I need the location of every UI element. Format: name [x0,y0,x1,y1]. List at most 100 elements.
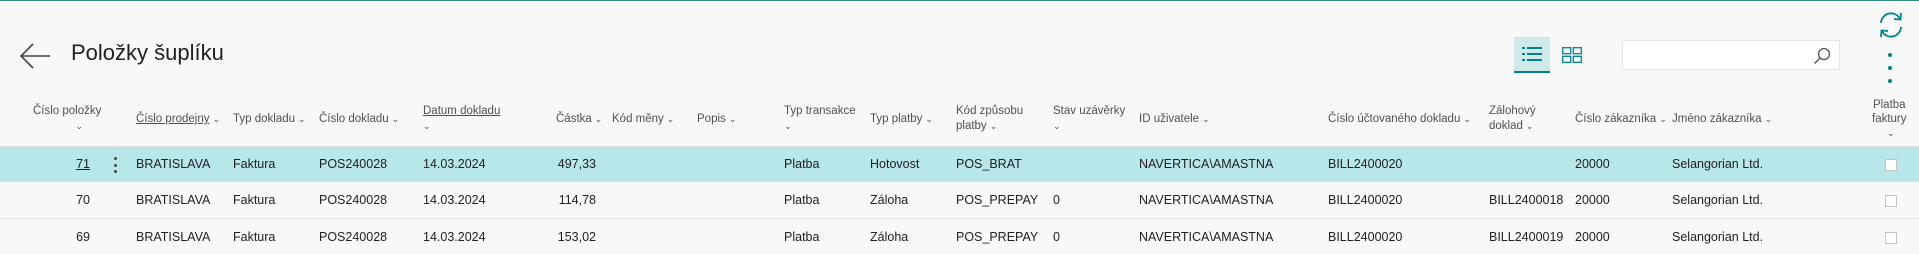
chevron-down-icon: ⌄ [1463,114,1471,124]
platba-faktury-checkbox[interactable] [1885,159,1897,171]
column-header-label: Číslo účtovaného dokladu [1328,113,1461,125]
cell-id-uzivatele: NAVERTICA\AMASTNA [1139,230,1274,244]
platba-faktury-checkbox[interactable] [1885,232,1897,244]
column-header-typ-platby[interactable]: Typ platby ⌄ [870,112,933,127]
cell-kod-zpusobu-platby: POS_PREPAY [956,230,1039,244]
cell-stav-uzaverky: 0 [1053,230,1060,244]
column-header-jmeno-zakaznika[interactable]: Jméno zákazníka ⌄ [1672,112,1772,127]
refresh-button[interactable] [1876,10,1906,40]
column-header-label: Zálohový [1489,105,1536,117]
chevron-down-icon: ⌄ [1202,114,1210,124]
cell-zalohovy-doklad: BILL2400018 [1489,193,1564,207]
cell-cislo-prodejny: BRATISLAVA [136,157,211,171]
cell-typ-dokladu: Faktura [233,157,276,171]
cell-typ-transakce: Platba [784,157,820,171]
column-header-label-line2: doklad [1489,120,1523,132]
chevron-down-icon: ⌄ [298,114,306,124]
column-header-platba-faktury[interactable]: Platba faktury ⌄ [1872,98,1907,140]
cell-jmeno-zakaznika: Selangorian Ltd. [1672,230,1764,244]
column-header-typ-transakce[interactable]: Typ transakce ⌄ [784,104,856,134]
column-header-datum-dokladu[interactable]: Datum dokladu ⌄ [423,104,500,134]
column-header-cislo-dokladu[interactable]: Číslo dokladu ⌄ [319,112,399,127]
back-arrow-icon [19,43,50,69]
list-view-button[interactable] [1514,37,1550,73]
chevron-down-icon: ⌄ [594,114,603,124]
chevron-down-icon: ⌄ [1886,128,1895,138]
column-header-castka[interactable]: Částka ⌄ [556,112,602,127]
chevron-down-icon: ⌄ [728,114,737,124]
table-row[interactable]: 69 BRATISLAVA Faktura POS240028 14.03.2024 15… [0,220,1919,254]
column-header-label: Stav uzávěrky [1053,105,1126,117]
column-header-zalohovy-doklad[interactable]: Zálohový doklad ⌄ [1489,104,1536,134]
cell-cislo-zakaznika: 20000 [1575,230,1610,244]
cell-cislo-prodejny: BRATISLAVA [136,193,211,207]
column-header-kod-zpusobu-platby[interactable]: Kód způsobu platby ⌄ [956,104,1023,134]
chevron-down-icon: ⌄ [1525,121,1534,131]
back-button[interactable] [18,42,52,70]
column-header-label: Číslo dokladu [319,113,389,125]
list-view-icon [1522,47,1542,61]
column-header-label: Typ platby [870,113,923,125]
refresh-icon [1880,12,1902,38]
cell-typ-transakce: Platba [784,193,820,207]
cell-id-uzivatele: NAVERTICA\AMASTNA [1139,193,1274,207]
table-row[interactable]: 70 BRATISLAVA Faktura POS240028 14.03.2024 11… [0,183,1919,219]
chevron-down-icon: ⌄ [925,114,933,124]
cell-cislo-dokladu: POS240028 [319,230,388,244]
more-options-icon[interactable] [1880,50,1900,86]
column-header-label-line2: platby [956,120,987,132]
column-header-label-line2: faktury [1872,113,1907,125]
column-header-cislo-prodejny[interactable]: Číslo prodejny ⌄ [136,112,220,127]
chevron-down-icon: ⌄ [1659,114,1667,124]
column-header-typ-dokladu[interactable]: Typ dokladu ⌄ [233,112,306,127]
tile-view-button[interactable] [1554,37,1590,73]
chevron-down-icon: ⌄ [1764,114,1773,124]
search-icon[interactable] [1813,47,1831,65]
cell-datum-dokladu: 14.03.2024 [423,193,486,207]
column-header-label: Platba [1872,99,1906,111]
platba-faktury-checkbox[interactable] [1885,195,1897,207]
chevron-down-icon: ⌄ [75,121,83,131]
cell-cislo-uctovaneho-dokladu: BILL2400020 [1328,230,1403,244]
cell-typ-transakce: Platba [784,230,820,244]
cell-typ-platby: Hotovost [870,157,920,171]
cell-cislo-polozky[interactable]: 71 [76,157,90,171]
column-header-kod-meny[interactable]: Kód měny ⌄ [612,112,674,127]
cell-cislo-uctovaneho-dokladu: BILL2400020 [1328,193,1403,207]
column-header-popis[interactable]: Popis ⌄ [697,112,736,127]
cell-castka: 153,02 [557,230,596,244]
row-actions-icon[interactable] [110,155,120,175]
search-input[interactable] [1623,41,1803,69]
column-header-label: ID uživatele [1139,113,1200,125]
page-title: Položky šuplíku [71,40,224,65]
cell-cislo-polozky: 69 [76,230,90,244]
tile-view-icon [1562,47,1582,63]
cell-zalohovy-doklad: BILL2400019 [1489,230,1564,244]
search-field[interactable] [1622,40,1840,70]
cell-typ-dokladu: Faktura [233,230,276,244]
cell-kod-zpusobu-platby: POS_PREPAY [956,193,1039,207]
column-header-label: Kód způsobu [956,105,1024,117]
column-header-id-uzivatele[interactable]: ID uživatele ⌄ [1139,112,1210,127]
cell-cislo-polozky: 70 [76,193,90,207]
top-accent-line [0,0,1919,1]
chevron-down-icon: ⌄ [391,114,400,124]
column-header-cislo-polozky[interactable]: Číslo položky ⌄ [33,104,101,134]
column-header-label: Číslo zákazníka [1575,113,1657,125]
cell-cislo-dokladu: POS240028 [319,157,388,171]
column-header-cislo-zakaznika[interactable]: Číslo zákazníka ⌄ [1575,112,1667,127]
column-header-label: Kód měny [612,113,664,125]
column-header-label: Popis [697,113,726,125]
cell-castka: 497,33 [557,157,596,171]
chevron-down-icon: ⌄ [666,114,675,124]
cell-typ-dokladu: Faktura [233,193,276,207]
chevron-down-icon: ⌄ [1053,121,1061,131]
column-header-stav-uzaverky[interactable]: Stav uzávěrky ⌄ [1053,104,1125,134]
cell-cislo-uctovaneho-dokladu: BILL2400020 [1328,157,1403,171]
table-row[interactable]: 71 BRATISLAVA Faktura POS240028 14.03.2024 49… [0,146,1919,182]
chevron-down-icon: ⌄ [423,121,431,131]
cell-cislo-zakaznika: 20000 [1575,193,1610,207]
column-header-cislo-uctovaneho-dokladu[interactable]: Číslo účtovaného dokladu ⌄ [1328,112,1471,127]
cell-jmeno-zakaznika: Selangorian Ltd. [1672,193,1764,207]
cell-stav-uzaverky: 0 [1053,193,1060,207]
